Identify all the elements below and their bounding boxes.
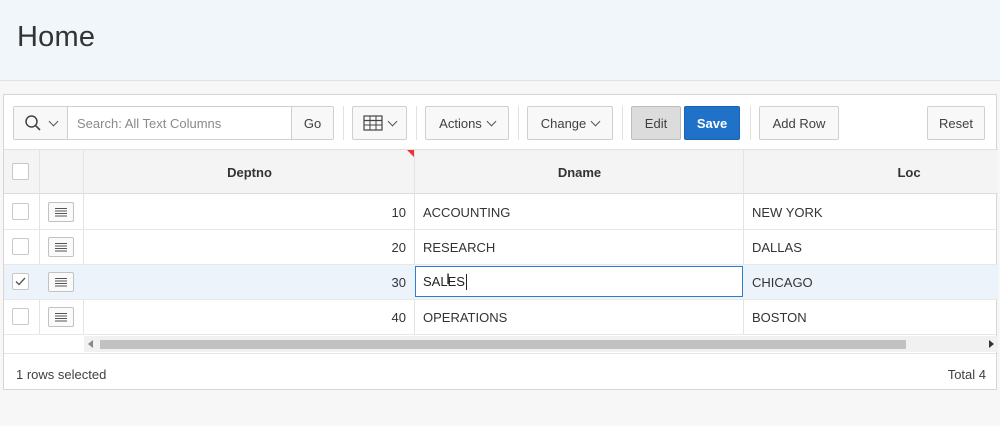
actions-menu-button[interactable]: Actions	[425, 106, 509, 140]
column-header-loc[interactable]: Loc	[744, 150, 998, 194]
hamburger-icon	[55, 313, 67, 322]
search-input[interactable]	[69, 107, 291, 139]
cell-deptno[interactable]: 40	[84, 300, 406, 335]
cell-loc[interactable]: CHICAGO	[752, 265, 813, 300]
grid-view-icon	[363, 115, 383, 131]
hamburger-icon	[55, 208, 67, 217]
change-menu-button[interactable]: Change	[527, 106, 613, 140]
horizontal-scrollbar[interactable]	[84, 336, 998, 352]
scroll-right-icon[interactable]	[989, 340, 994, 348]
edit-button[interactable]: Edit	[631, 106, 681, 140]
actions-label: Actions	[439, 115, 482, 131]
cell-dname[interactable]: RESEARCH	[423, 230, 495, 265]
total-count: Total 4	[947, 367, 986, 382]
data-grid: Deptno Dname Loc 10 ACCOUNTING NEW YORK …	[4, 150, 998, 335]
row-actions-button[interactable]	[48, 237, 74, 257]
select-all-checkbox[interactable]	[12, 163, 29, 180]
row-select-checkbox[interactable]	[12, 308, 29, 325]
interactive-grid-region: Go Actions Change Edit Save	[3, 94, 998, 391]
row-actions-button[interactable]	[48, 307, 74, 327]
scrollbar-thumb[interactable]	[100, 340, 906, 349]
grid-header: Deptno Dname Loc	[4, 150, 998, 194]
grid-footer: 1 rows selected Total 4	[4, 353, 998, 391]
table-row[interactable]: 10 ACCOUNTING NEW YORK	[4, 195, 998, 230]
hamburger-icon	[55, 243, 67, 252]
toolbar-divider	[622, 106, 623, 140]
cell-dname-value: SALES	[423, 274, 465, 289]
row-actions-button[interactable]	[48, 202, 74, 222]
page-title: Home	[17, 21, 96, 53]
column-indicator-icon	[407, 150, 414, 157]
checkmark-icon	[15, 277, 26, 286]
column-header-dname[interactable]: Dname	[415, 150, 744, 194]
cell-loc[interactable]: NEW YORK	[752, 195, 823, 230]
chevron-down-icon	[48, 116, 59, 126]
search-column-menu-button[interactable]	[14, 107, 68, 139]
add-row-button[interactable]: Add Row	[759, 106, 839, 140]
cell-loc[interactable]: BOSTON	[752, 300, 807, 335]
cell-dname-editor[interactable]: SALES	[415, 266, 743, 297]
hamburger-icon	[55, 278, 67, 287]
cell-loc[interactable]: DALLAS	[752, 230, 802, 265]
column-header-deptno[interactable]: Deptno	[84, 150, 415, 194]
toolbar-divider	[343, 106, 344, 140]
cell-deptno[interactable]: 10	[84, 195, 406, 230]
chevron-down-icon	[387, 116, 398, 126]
view-selector-button[interactable]	[352, 106, 407, 140]
save-button[interactable]: Save	[684, 106, 740, 140]
row-actions-button[interactable]	[48, 272, 74, 292]
chevron-down-icon	[486, 116, 497, 126]
search-group: Go	[13, 106, 334, 140]
reset-button[interactable]: Reset	[927, 106, 985, 140]
row-select-checkbox[interactable]	[12, 238, 29, 255]
chevron-down-icon	[590, 116, 601, 126]
search-icon	[25, 115, 41, 131]
toolbar-divider	[750, 106, 751, 140]
scroll-left-icon[interactable]	[88, 340, 93, 348]
selection-status: 1 rows selected	[16, 367, 107, 382]
cell-dname[interactable]: ACCOUNTING	[423, 195, 510, 230]
row-select-checkbox[interactable]	[12, 203, 29, 220]
cell-deptno[interactable]: 30	[84, 265, 406, 300]
toolbar-divider	[416, 106, 417, 140]
table-row[interactable]: 40 OPERATIONS BOSTON	[4, 300, 998, 335]
text-caret	[465, 273, 467, 290]
table-row[interactable]: 30 SALES I CHICAGO	[4, 265, 998, 300]
change-label: Change	[540, 115, 587, 131]
page-header: Home	[0, 0, 1000, 81]
row-select-checkbox[interactable]	[12, 273, 29, 290]
toolbar-divider	[518, 106, 519, 140]
cell-dname[interactable]: OPERATIONS	[423, 300, 507, 335]
go-button[interactable]: Go	[291, 107, 333, 139]
text-cursor-icon: I	[446, 272, 451, 288]
grid-toolbar: Go Actions Change Edit Save	[4, 95, 998, 150]
table-row[interactable]: 20 RESEARCH DALLAS	[4, 230, 998, 265]
cell-deptno[interactable]: 20	[84, 230, 406, 265]
